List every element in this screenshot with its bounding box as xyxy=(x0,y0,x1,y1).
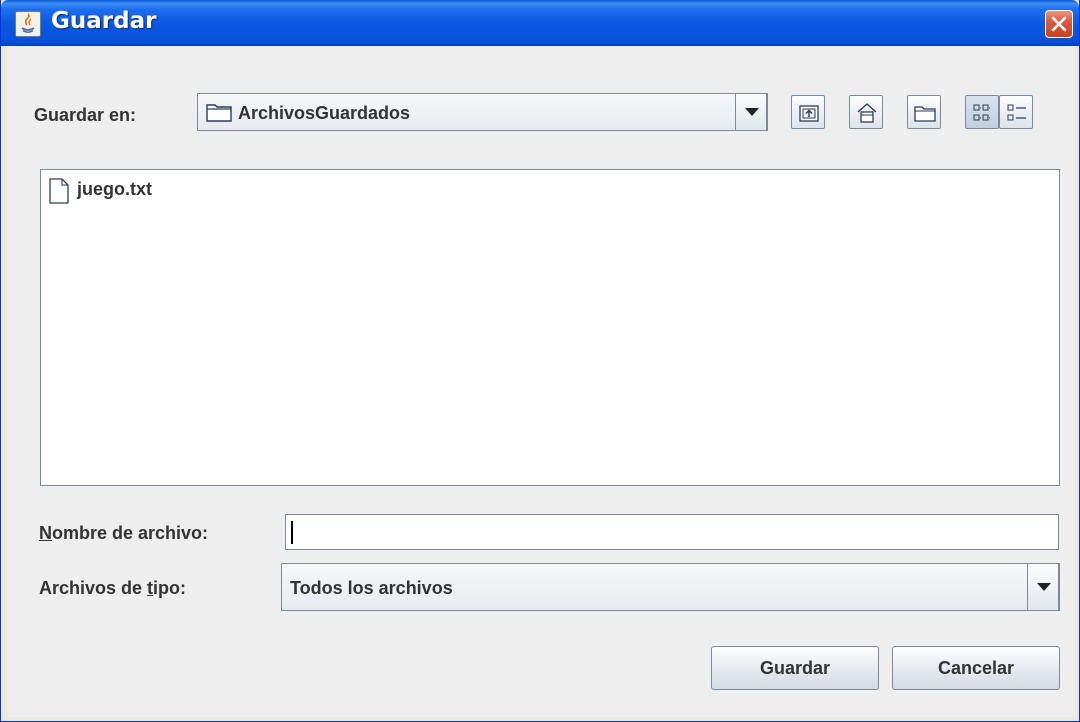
create-new-folder-button[interactable] xyxy=(907,95,941,129)
file-name: juego.txt xyxy=(77,179,152,199)
file-type-label-start: Archivos de xyxy=(39,578,148,598)
window-title: Guardar xyxy=(51,8,157,34)
text-caret xyxy=(291,521,293,544)
up-folder-icon xyxy=(799,105,819,122)
file-name-label-mnemonic: N xyxy=(39,523,52,543)
current-folder-name: ArchivosGuardados xyxy=(238,103,411,123)
details-view-button[interactable] xyxy=(999,95,1033,129)
folder-icon xyxy=(206,102,232,127)
file-type-label: Archivos de tipo: xyxy=(39,578,186,599)
up-one-level-button[interactable] xyxy=(791,95,825,129)
save-button[interactable]: Guardar xyxy=(711,646,879,690)
list-view-icon xyxy=(973,104,990,121)
file-name-label-text: ombre de archivo: xyxy=(52,523,209,543)
list-view-button[interactable] xyxy=(965,95,999,129)
title-bar[interactable]: Guardar xyxy=(1,0,1079,46)
file-type-label-end: ipo: xyxy=(153,578,187,598)
file-icon xyxy=(49,178,69,204)
look-in-label: Guardar en: xyxy=(34,105,137,125)
close-icon xyxy=(1051,16,1067,32)
file-name-label: Nombre de archivo: xyxy=(39,523,208,544)
cancel-button[interactable]: Cancelar xyxy=(892,646,1060,690)
look-in-combo[interactable]: ArchivosGuardados xyxy=(197,93,768,131)
home-icon xyxy=(857,103,877,123)
details-view-icon xyxy=(1007,104,1026,121)
file-list-pane[interactable]: juego.txt xyxy=(40,169,1060,486)
dialog-body: Guardar en: ArchivosGuardados juego.txt … xyxy=(7,46,1075,717)
look-in-dropdown-button[interactable] xyxy=(735,93,767,131)
close-button[interactable] xyxy=(1045,10,1073,38)
file-type-dropdown-button[interactable] xyxy=(1027,563,1059,611)
chevron-down-icon xyxy=(745,108,759,116)
home-button[interactable] xyxy=(849,95,883,129)
file-type-selected: Todos los archivos xyxy=(290,578,453,598)
new-folder-icon xyxy=(914,106,936,122)
file-name-field[interactable] xyxy=(285,514,1059,550)
save-dialog-window: Guardar Guardar en: ArchivosGuardados ju… xyxy=(0,0,1080,722)
file-type-combo[interactable]: Todos los archivos xyxy=(281,563,1060,611)
chevron-down-icon xyxy=(1037,583,1051,591)
java-app-icon xyxy=(15,11,41,37)
